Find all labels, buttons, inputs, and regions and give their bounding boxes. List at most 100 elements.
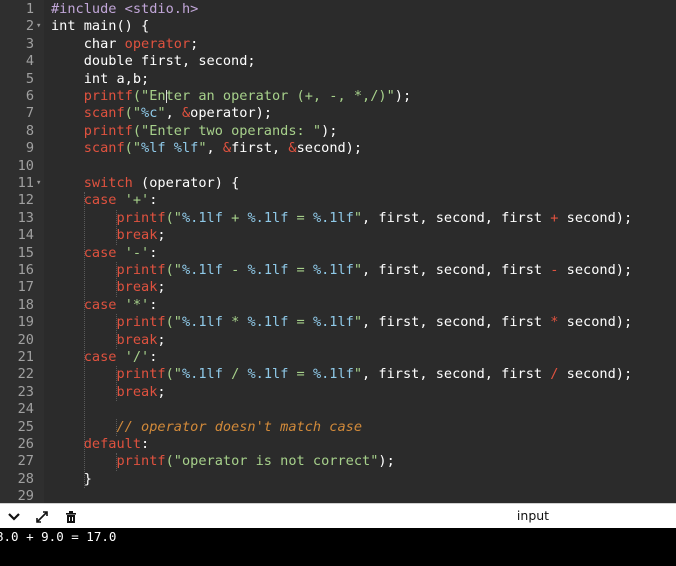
code-line: 26 default: — [0, 436, 676, 453]
code-line: 10 — [0, 158, 676, 175]
code-token: %.1lf — [181, 209, 223, 226]
code-token: , — [206, 140, 223, 157]
code-token: (" — [124, 140, 142, 157]
code-line: 19 printf("%.1lf * %.1lf = %.1lf", first… — [0, 314, 676, 331]
code-token: printf — [83, 122, 133, 139]
code-token: ); — [378, 453, 395, 470]
line-number: 8 — [25, 122, 34, 139]
indent-guide — [116, 314, 118, 349]
tab-input[interactable]: input — [505, 508, 561, 523]
code-token: , first, second, first — [362, 209, 551, 226]
code-token: scanf — [83, 105, 125, 122]
line-number: 18 — [17, 296, 34, 313]
code-text: case '/': — [51, 349, 158, 366]
code-text: } — [51, 471, 92, 488]
code-token: break — [116, 331, 158, 348]
code-token: ("Enter an operator (+, -, *,/)" — [132, 88, 395, 104]
code-token: : — [149, 244, 158, 261]
code-token: (" — [165, 262, 182, 278]
indent-guide — [116, 262, 118, 297]
fold-arrow-icon[interactable]: ▾ — [36, 175, 44, 192]
code-token: default — [83, 436, 142, 452]
code-token: : — [141, 436, 150, 452]
line-number: 4 — [25, 53, 34, 70]
code-token: second); — [558, 209, 633, 226]
code-token: %.1lf — [181, 262, 223, 278]
code-text: int main() { — [51, 18, 149, 35]
line-number: 14 — [17, 227, 34, 244]
code-line: 7 scanf("%c", &operator); — [0, 105, 676, 122]
line-number: 28 — [17, 470, 34, 487]
indent-guide — [116, 418, 118, 436]
code-token: '+' — [124, 192, 150, 209]
code-token: ; — [157, 279, 166, 296]
line-number: 21 — [17, 349, 34, 365]
code-token: & — [222, 140, 232, 157]
code-token: & — [288, 140, 297, 157]
code-text: printf("%.1lf * %.1lf = %.1lf", first, s… — [51, 314, 632, 331]
code-token: %.1lf — [247, 262, 289, 278]
code-token: " — [353, 366, 363, 383]
code-text: scanf("%c", &operator); — [51, 105, 272, 122]
line-number: 17 — [17, 279, 34, 296]
clear-icon[interactable] — [63, 509, 79, 525]
code-token: " — [353, 314, 363, 331]
line-number: 25 — [17, 418, 34, 435]
code-token: %c — [141, 105, 158, 122]
code-token: * — [222, 314, 248, 331]
code-line: 16 printf("%.1lf - %.1lf = %.1lf", first… — [0, 262, 676, 279]
indent-guide — [116, 209, 118, 245]
code-token: second); — [558, 366, 633, 383]
code-token: operator); — [190, 105, 273, 122]
code-token: (" — [165, 366, 182, 383]
code-token: case — [83, 244, 117, 261]
code-token: '/' — [124, 349, 150, 365]
line-number: 19 — [17, 314, 34, 331]
code-line: 15 case '-': — [0, 245, 676, 262]
line-number: 2 — [25, 18, 34, 35]
code-text: break; — [51, 331, 165, 349]
code-token: %.1lf — [181, 314, 223, 331]
code-token: break — [116, 227, 158, 244]
indent-guide — [116, 453, 118, 471]
chevron-down-icon[interactable] — [6, 509, 22, 525]
code-token: %.1lf — [312, 314, 354, 331]
code-token: ; — [190, 35, 199, 52]
line-number: 24 — [17, 401, 34, 418]
code-line: 18 case '*': — [0, 297, 676, 314]
code-token: & — [181, 105, 191, 122]
fold-arrow-icon[interactable]: ▾ — [36, 18, 44, 35]
code-token: char — [51, 35, 125, 52]
code-text: double first, second; — [51, 53, 256, 70]
expand-icon[interactable] — [34, 509, 50, 525]
line-number: 9 — [25, 140, 34, 157]
code-token: ; — [157, 227, 166, 244]
code-token: operator — [124, 35, 191, 52]
code-token: ); — [321, 122, 338, 139]
line-number: 20 — [17, 331, 34, 348]
code-token: , first, second, first — [362, 262, 551, 278]
code-text: case '-': — [51, 244, 158, 262]
code-token: printf — [116, 366, 166, 383]
code-token: ); — [394, 88, 412, 104]
code-token: " — [353, 209, 363, 226]
code-text: scanf("%lf %lf", &first, &second); — [51, 140, 362, 157]
line-number: 5 — [25, 70, 34, 87]
code-token: %.1lf — [181, 366, 223, 383]
code-token: first, — [231, 140, 289, 157]
code-token: scanf — [83, 140, 125, 157]
code-token: = — [288, 314, 313, 331]
line-number: 3 — [25, 35, 34, 52]
console-toolbar: input — [0, 503, 676, 529]
code-line: 13 printf("%.1lf + %.1lf = %.1lf", first… — [0, 210, 676, 227]
code-editor[interactable]: 1 #include <stdio.h> 2 ▾ int main() {3 char … — [0, 0, 676, 503]
line-number: 13 — [17, 209, 34, 226]
code-token: / — [222, 366, 248, 383]
code-text: printf("operator is not correct"); — [51, 453, 395, 470]
